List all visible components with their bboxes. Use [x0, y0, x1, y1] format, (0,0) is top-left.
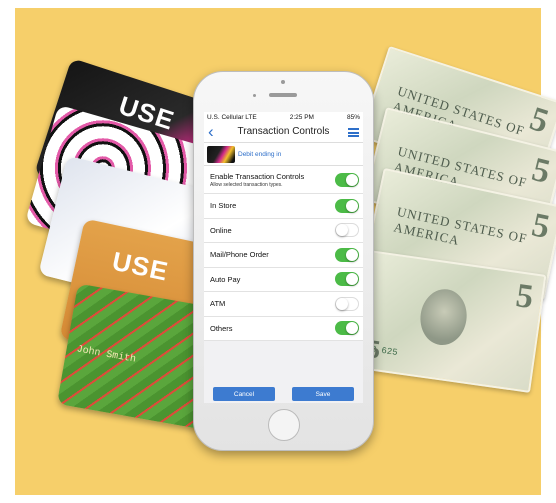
bill-portrait — [416, 286, 471, 349]
earpiece-speaker — [269, 93, 297, 97]
five-dollar-bill: 5 IB 625 5 — [352, 250, 547, 393]
control-row-atm: ATM — [204, 292, 363, 317]
control-label: Online — [210, 225, 232, 235]
control-label: Mail/Phone Order — [210, 250, 269, 260]
mail-phone-order-toggle[interactable] — [335, 247, 359, 262]
card-logo: USE — [109, 245, 172, 287]
control-row-enable: Enable Transaction Controls Allow select… — [204, 166, 363, 194]
control-row-in-store: In Store — [204, 194, 363, 219]
hamburger-menu-icon[interactable] — [348, 128, 359, 137]
others-toggle[interactable] — [335, 321, 359, 336]
app-screen: U.S. Cellular LTE 2:25 PM 85% ‹ Transact… — [204, 112, 363, 403]
control-label: In Store — [210, 201, 237, 211]
control-row-mail-phone: Mail/Phone Order — [204, 243, 363, 268]
front-camera — [281, 80, 285, 84]
status-bar: U.S. Cellular LTE 2:25 PM 85% — [204, 112, 363, 123]
page-title: Transaction Controls — [237, 126, 330, 137]
control-sublabel: Allow selected transaction types. — [210, 181, 283, 188]
account-selector[interactable]: Debit ending in — [204, 143, 363, 166]
carrier-label: U.S. Cellular LTE — [207, 114, 257, 121]
control-row-others: Others — [204, 316, 363, 341]
toggle-knob — [336, 224, 348, 237]
control-row-online: Online — [204, 218, 363, 243]
toggle-knob — [346, 173, 358, 186]
toggle-knob — [346, 199, 358, 212]
toggle-knob — [346, 273, 358, 286]
toggle-knob — [336, 297, 348, 310]
save-button[interactable]: Save — [292, 387, 354, 401]
card-thumbnail — [207, 145, 235, 163]
toggle-knob — [346, 322, 358, 335]
card-holder-name: John Smith — [75, 344, 137, 366]
online-toggle[interactable] — [335, 223, 359, 238]
nav-bar: ‹ Transaction Controls — [204, 122, 363, 143]
in-store-toggle[interactable] — [335, 198, 359, 213]
smartphone: U.S. Cellular LTE 2:25 PM 85% ‹ Transact… — [193, 71, 374, 451]
battery-label: 85% — [346, 114, 360, 121]
action-buttons: Cancel Save — [204, 387, 363, 401]
atm-toggle[interactable] — [335, 296, 359, 311]
control-label: Others — [210, 323, 233, 333]
cancel-button[interactable]: Cancel — [213, 387, 275, 401]
control-label: Enable Transaction Controls — [210, 171, 305, 181]
home-button[interactable] — [268, 409, 300, 441]
bill-denomination: 5 — [513, 277, 536, 317]
control-label: ATM — [210, 299, 226, 309]
clock: 2:25 PM — [289, 114, 314, 121]
account-label: Debit ending in — [238, 150, 282, 158]
control-label: Auto Pay — [210, 274, 241, 284]
sensor — [253, 94, 256, 97]
auto-pay-toggle[interactable] — [335, 272, 359, 287]
control-row-auto-pay: Auto Pay — [204, 267, 363, 292]
toggle-knob — [346, 248, 358, 261]
enable-transaction-controls-toggle[interactable] — [335, 172, 359, 187]
